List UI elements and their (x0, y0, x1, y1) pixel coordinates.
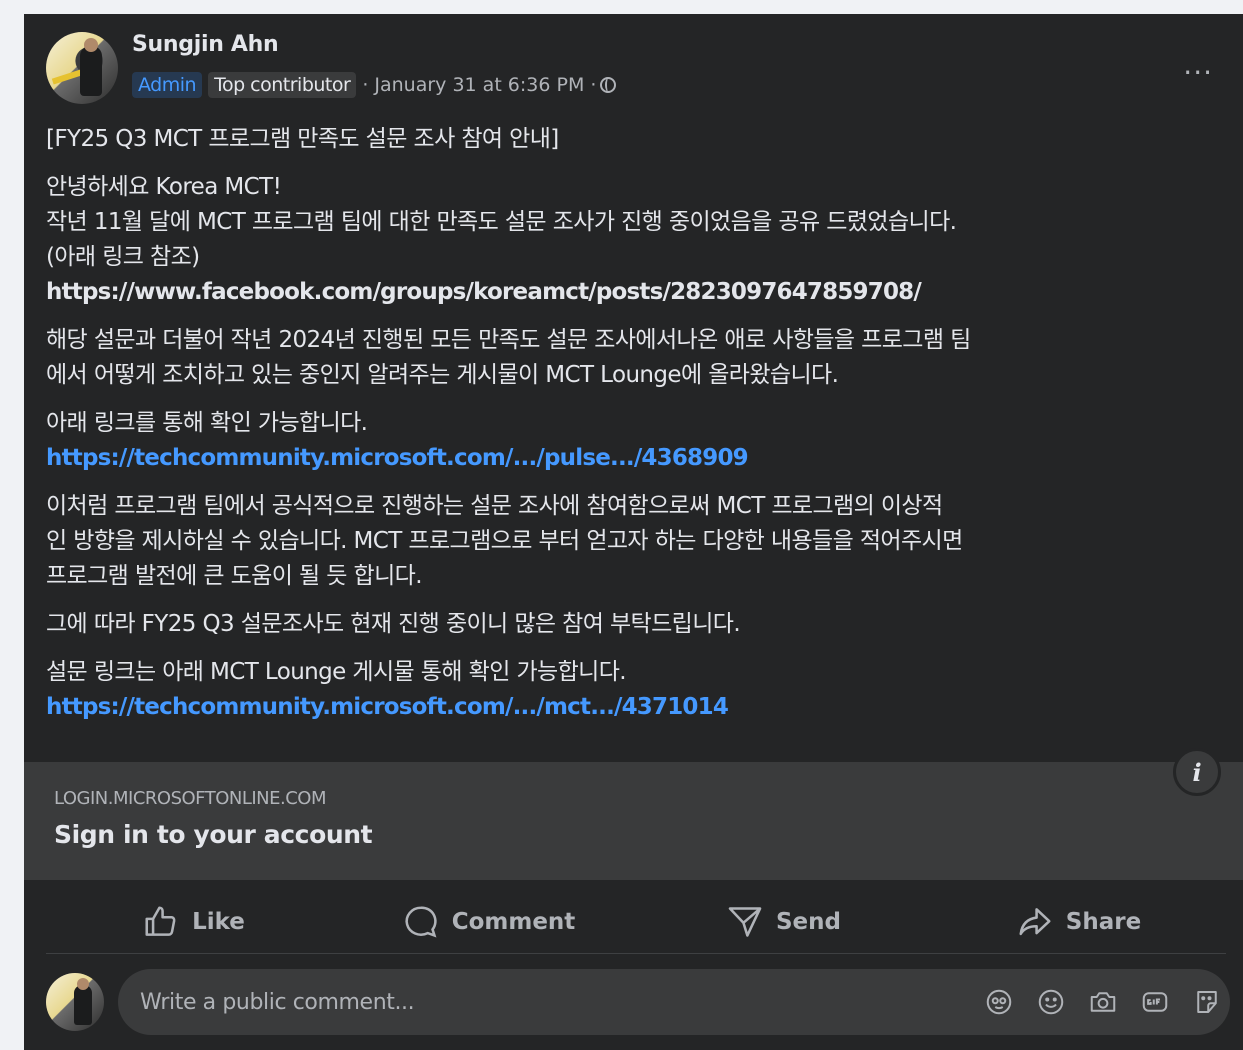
link-preview[interactable]: LOGIN.MICROSOFTONLINE.COM Sign in to you… (24, 748, 1243, 880)
post-text: 해당 설문과 더불어 작년 2024년 진행된 모든 만족도 설문 조사에서나온… (46, 327, 971, 353)
post-body: [FY25 Q3 MCT 프로그램 만족도 설문 조사 참여 안내] 안녕하세요… (46, 122, 1236, 738)
comment-tools (984, 987, 1222, 1017)
post-text: 프로그램 발전에 큰 도움이 될 듯 합니다. (46, 563, 423, 589)
post-text: (아래 링크 참조) (46, 244, 200, 270)
emoji-icon[interactable] (1036, 987, 1066, 1017)
avatar-sticker-icon[interactable] (984, 987, 1014, 1017)
preview-domain: LOGIN.MICROSOFTONLINE.COM (54, 788, 327, 809)
mct-survey-link[interactable]: https://techcommunity.microsoft.com/.../… (46, 690, 1236, 725)
share-icon (1019, 908, 1051, 936)
post-text: 그에 따라 FY25 Q3 설문조사도 현재 진행 중이니 많은 참여 부탁드립… (46, 611, 741, 637)
gif-icon[interactable] (1140, 987, 1170, 1017)
like-label: Like (192, 909, 245, 935)
post-paragraph: 안녕하세요 Korea MCT! 작년 11월 달에 MCT 프로그램 팀에 대… (46, 170, 1236, 310)
actions-divider (46, 953, 1226, 954)
post-text: 설문 링크는 아래 MCT Lounge 게시물 통해 확인 가능합니다. (46, 659, 627, 685)
post-meta: Admin Top contributor · January 31 at 6:… (132, 68, 617, 102)
send-button[interactable]: Send (636, 892, 931, 952)
globe-icon (600, 77, 617, 93)
post-text: 안녕하세요 Korea MCT! (46, 174, 282, 200)
page-background-left (0, 0, 24, 1050)
page-background-top (0, 0, 1243, 14)
author-name[interactable]: Sungjin Ahn (132, 32, 279, 57)
send-label: Send (775, 909, 841, 935)
comment-icon (405, 906, 437, 938)
post-text: 아래 링크를 통해 확인 가능합니다. (46, 410, 368, 436)
comment-label: Comment (451, 909, 576, 935)
post-text: [FY25 Q3 MCT 프로그램 만족도 설문 조사 참여 안내] (46, 126, 559, 152)
pulse-link[interactable]: https://techcommunity.microsoft.com/.../… (46, 441, 1236, 476)
post-paragraph: [FY25 Q3 MCT 프로그램 만족도 설문 조사 참여 안내] (46, 122, 1236, 157)
comment-composer (46, 969, 1230, 1035)
post-card: Sungjin Ahn Admin Top contributor · Janu… (24, 14, 1243, 1050)
sticker-icon[interactable] (1192, 987, 1222, 1017)
top-contributor-badge[interactable]: Top contributor (208, 72, 357, 98)
post-paragraph: 해당 설문과 더불어 작년 2024년 진행된 모든 만족도 설문 조사에서나온… (46, 323, 1236, 393)
info-icon[interactable]: i (1173, 748, 1221, 796)
camera-icon[interactable] (1088, 987, 1118, 1017)
like-icon (145, 906, 176, 936)
facebook-post-link[interactable]: https://www.facebook.com/groups/koreamct… (46, 275, 1236, 310)
post-text: 이처럼 프로그램 팀에서 공식적으로 진행하는 설문 조사에 참여함으로써 MC… (46, 493, 943, 519)
share-label: Share (1065, 909, 1142, 935)
author-avatar[interactable] (46, 32, 118, 104)
preview-title: Sign in to your account (54, 820, 373, 849)
post-timestamp[interactable]: · January 31 at 6:36 PM · (362, 74, 596, 96)
post-paragraph: 그에 따라 FY25 Q3 설문조사도 현재 진행 중이니 많은 참여 부탁드립… (46, 607, 1236, 642)
post-text: 작년 11월 달에 MCT 프로그램 팀에 대한 만족도 설문 조사가 진행 중… (46, 209, 957, 235)
post-paragraph: 이처럼 프로그램 팀에서 공식적으로 진행하는 설문 조사에 참여함으로써 MC… (46, 489, 1236, 594)
admin-badge[interactable]: Admin (132, 72, 203, 98)
send-icon (728, 907, 762, 937)
post-header: Sungjin Ahn Admin Top contributor · Janu… (46, 32, 1243, 112)
more-icon[interactable]: ··· (1183, 59, 1213, 87)
post-paragraph: 설문 링크는 아래 MCT Lounge 게시물 통해 확인 가능합니다. ht… (46, 655, 1236, 725)
like-button[interactable]: Like (46, 892, 341, 952)
post-actions: Like Comment Send Share (46, 892, 1226, 952)
post-text: 인 방향을 제시하실 수 있습니다. MCT 프로그램으로 부터 얻고자 하는 … (46, 528, 963, 554)
share-button[interactable]: Share (931, 892, 1226, 952)
post-paragraph: 아래 링크를 통해 확인 가능합니다. https://techcommunit… (46, 406, 1236, 476)
commenter-avatar[interactable] (46, 973, 104, 1031)
post-text: 에서 어떻게 조치하고 있는 중인지 알려주는 게시물이 MCT Lounge에… (46, 362, 839, 388)
comment-button[interactable]: Comment (341, 892, 636, 952)
